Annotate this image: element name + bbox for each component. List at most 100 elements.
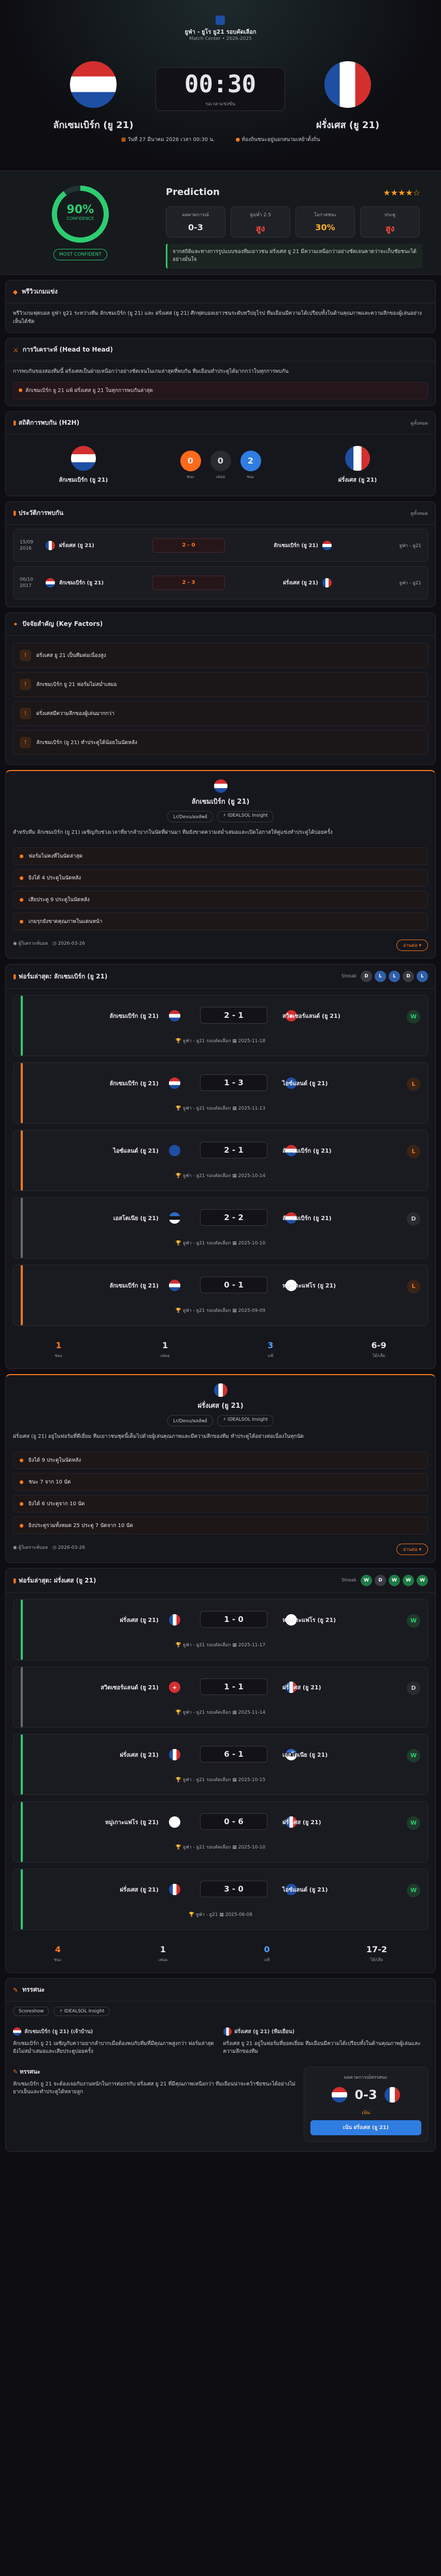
form-away-game-score: 0 - 6 <box>200 1813 267 1830</box>
form-away-summary-item: 4 ชนะ <box>54 1944 62 1963</box>
form-away-summary-value: 4 <box>55 1944 61 1954</box>
form-home-game[interactable]: ลักเซมเบิร์ก (ยู 21) 1 - 3 ไอซ์แลนด์ (ยู 2… <box>13 1062 428 1124</box>
summary-away-flag-icon <box>223 2027 232 2036</box>
league-name: ยูฟ่า - ยูโร ยู21 รอบคัดเลือก <box>184 29 257 35</box>
prediction-note: จากสถิติและทางการรูปแบบของทีมเยาวชน ฝรั่… <box>166 244 422 269</box>
team-home-name: ลักเซมเบิร์ก (ยู 21) <box>191 798 250 806</box>
h2h-view-all-link[interactable]: ดูทั้งหมด <box>410 419 428 427</box>
form-home-summary-value: 3 <box>267 1340 274 1350</box>
form-away-game-flag-a-icon <box>169 1749 180 1760</box>
verdict: ✎ ทรรศนะ ลักเซมเบิร์ก ยู 21 จะต้องเจอกับ… <box>13 2067 296 2142</box>
form-home-summary-label: ได้/เสีย <box>372 1353 386 1358</box>
form-home-summary-value: 1 <box>55 1340 62 1350</box>
form-home-game-score: 0 - 1 <box>200 1277 267 1293</box>
form-away-game-info: 🏆 ยูฟ่า - ยู21 รอบคัดเลือก ▦ 2025-10-10 <box>13 1843 428 1851</box>
clock-value: 00:30 <box>184 70 257 98</box>
history-row[interactable]: 15/09 2016 ฝรั่งเศส (ยู 21) 2 - 0 ลักเซมเบิ… <box>13 529 428 562</box>
bullet-dot-icon <box>20 876 23 880</box>
form-away-game-team-b: เอสโตเนีย (ยู 21) <box>282 1752 328 1758</box>
calendar-icon: ▦ <box>231 1241 238 1246</box>
trophy-icon: 🏆 <box>175 1710 183 1715</box>
team-away-bullet-text: ชนะ 7 จาก 10 นัด <box>29 1479 71 1485</box>
form-home-game-flag-a-icon <box>169 1212 180 1224</box>
final-prediction-box: ผลคาดการณ์ทรรศนะ 0-3 เน้น เน้น ฝรั่งเศส … <box>304 2067 428 2142</box>
location-icon: ● <box>235 137 240 143</box>
form-away-game[interactable]: ฝรั่งเศส (ยู 21) 6 - 1 เอสโตเนีย (ยู 21) W 🏆… <box>13 1734 428 1795</box>
final-score: 0-3 <box>354 2088 377 2102</box>
form-away-game-score: 1 - 1 <box>200 1678 267 1695</box>
form-away-game-team-a: ฝรั่งเศส (ยู 21) <box>120 1617 159 1623</box>
key-factor-icon: ! <box>20 679 31 690</box>
history-icon: ▮ <box>13 509 17 516</box>
home-flag-icon <box>70 61 117 108</box>
result-strip <box>21 1063 23 1123</box>
h2h-home-flag-icon <box>71 446 96 471</box>
form-home-game-result: L <box>407 1280 420 1293</box>
author-icon: ◉ <box>13 1545 17 1550</box>
form-away-heading: ฟอร์มล่าสุด: ฝรั่งเศส (ยู 21) <box>18 1576 96 1584</box>
key-factors-card: ✦ ปัจจัยสำคัญ (Key Factors) ! ฝรั่งเศส ยู … <box>5 612 436 765</box>
team-home-read-more-button[interactable]: อ่านต่อ ▾ <box>396 940 428 951</box>
team-away-text: ฝรั่งเศส (ยู 21) อยู่ในฟอร์มที่ดีเยี่ยม … <box>13 1434 304 1439</box>
form-home-game-team-a: ลักเซมเบิร์ก (ยู 21) <box>109 1282 159 1289</box>
team-away-tag2: ⚡ IDEALSOL Insight <box>217 1415 274 1426</box>
form-away-game-result: W <box>407 1749 420 1762</box>
away-wins-label: ชนะ <box>246 474 255 479</box>
form-home-game-team-b: ลักเซมเบิร์ก (ยู 21) <box>282 1215 332 1222</box>
key-factors-heading: ปัจจัยสำคัญ (Key Factors) <box>22 620 103 627</box>
team-away-read-more-button[interactable]: อ่านต่อ ▾ <box>396 1544 428 1555</box>
form-away-game[interactable]: หมู่เกาะแฟโร (ยู 21) 0 - 6 ฝรั่งเศส (ยู 21… <box>13 1801 428 1863</box>
form-home-game-competition: ยูฟ่า - ยู21 รอบคัดเลือก <box>183 1173 231 1179</box>
team-away-name: ฝรั่งเศส (ยู 21) <box>197 1402 244 1410</box>
form-home-game[interactable]: ลักเซมเบิร์ก (ยู 21) 2 - 1 สวิตเซอร์แลนด์ … <box>13 995 428 1056</box>
clock-icon: ◷ <box>52 1545 56 1550</box>
away-flag-icon <box>324 61 371 108</box>
verdict-head: ทรรศนะ <box>20 2068 40 2075</box>
final-pick-button[interactable]: เน้น ฝรั่งเศส (ยู 21) <box>310 2120 421 2135</box>
form-away-game-competition: ยูฟ่า - ยู21 รอบคัดเลือก <box>183 1643 231 1648</box>
match-clock: 00:30 รอเวลาแข่งขัน <box>155 67 285 111</box>
form-home-streak-badge: D <box>403 971 414 982</box>
final-pick-label: เน้น <box>362 2110 370 2116</box>
form-away-summary-value: 17-2 <box>366 1944 387 1954</box>
team-away-bullet: ยิงได้ 9 ประตูในนัดหลัง <box>13 1451 428 1469</box>
form-away-card: ▮ ฟอร์มล่าสุด: ฝรั่งเศส (ยู 21) Streak W D… <box>5 1568 436 1973</box>
key-factor-item: ! ฝรั่งเศสมีความลึกของผู้เล่นมากกว่า <box>13 701 428 726</box>
form-away-summary-item: 0 แพ้ <box>264 1944 269 1963</box>
form-away-game-team-a: ฝรั่งเศส (ยู 21) <box>120 1752 159 1758</box>
key-factor-text: ลักเซมเบิร์ก (ยู 21) ทำประตูได้น้อยในนัด… <box>36 739 137 746</box>
prediction-box: ผลคาดการณ์ 0-3 <box>166 206 225 237</box>
form-away-game-result: D <box>407 1682 420 1695</box>
key-factor-icon: ! <box>20 708 31 719</box>
history-row[interactable]: 06/10 2017 ลักเซมเบิร์ก (ยู 21) 2 - 3 ฝรั่ง… <box>13 566 428 599</box>
form-home-game[interactable]: เอสโตเนีย (ยู 21) 2 - 2 ลักเซมเบิร์ก (ยู 2… <box>13 1197 428 1258</box>
history-view-all-link[interactable]: ดูทั้งหมด <box>410 510 428 517</box>
stats-icon: ▮ <box>13 419 17 426</box>
form-away-streak-badge: D <box>375 1575 386 1586</box>
key-factor-item: ! ฝรั่งเศส ยู 21 เป็นทีมต่อเนื่องสูง <box>13 643 428 668</box>
form-home-game-score: 2 - 1 <box>200 1007 267 1024</box>
form-home-game-info: 🏆 ยูฟ่า - ยู21 รอบคัดเลือก ▦ 2025-09-09 <box>13 1307 428 1314</box>
calendar-icon: ▦ <box>218 1912 225 1917</box>
form-home-game[interactable]: ไอซ์แลนด์ (ยู 21) 2 - 1 ลักเซมเบิร์ก (ยู 2… <box>13 1130 428 1191</box>
form-home-game-date: 2025-10-14 <box>238 1173 266 1179</box>
summary-away-col: ฝรั่งเศส (ยู 21) (ทีมเยือน) ฝรั่งเศส ยู … <box>223 2027 429 2055</box>
home-team[interactable]: ลักเซมเบิร์ก (ยู 21) <box>31 61 155 132</box>
form-home-streak-label: Streak <box>341 974 357 979</box>
calendar-icon: ▦ <box>231 1173 238 1179</box>
form-home-streak-badge: L <box>389 971 400 982</box>
calendar-icon: ▦ <box>231 1710 238 1715</box>
form-home-game[interactable]: ลักเซมเบิร์ก (ยู 21) 0 - 1 หมู่เกาะแฟโร (ย… <box>13 1265 428 1326</box>
form-away-streak: WDWWW <box>361 1575 428 1586</box>
form-away-game[interactable]: ฝรั่งเศส (ยู 21) 3 - 0 ไอซ์แลนด์ (ยู 21) W 🏆… <box>13 1869 428 1930</box>
form-away-game[interactable]: สวิตเซอร์แลนด์ (ยู 21) 1 - 1 ฝรั่งเศส (ยู … <box>13 1667 428 1728</box>
form-away-game-score: 6 - 1 <box>200 1746 267 1762</box>
form-away-game[interactable]: ฝรั่งเศส (ยู 21) 1 - 0 หมู่เกาะแฟโร (ยู 21… <box>13 1599 428 1660</box>
form-home-game-info: 🏆 ยูฟ่า - ยู21 รอบคัดเลือก ▦ 2025-10-14 <box>13 1172 428 1179</box>
team-home-bullet: เกมรุกยังขาดคุณภาพในแดนหน้า <box>13 913 428 930</box>
form-away-summary-label: ชนะ <box>54 1957 62 1962</box>
away-team[interactable]: ฝรั่งเศส (ยู 21) <box>286 61 410 132</box>
calendar-icon: ▦ <box>231 1777 238 1783</box>
h2h-away: ฝรั่งเศส (ยู 21) <box>311 446 404 484</box>
history-score: 2 - 0 <box>152 538 225 553</box>
